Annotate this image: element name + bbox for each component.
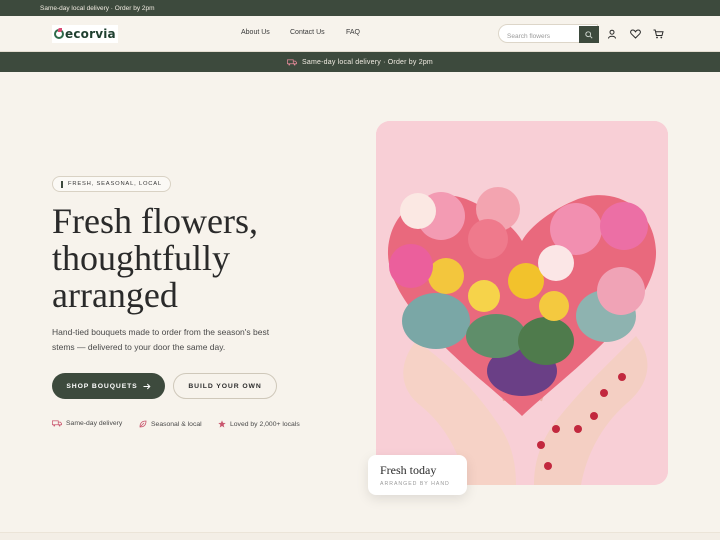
delivery-truck-icon [52,420,62,427]
feature-same-day: Same-day delivery [52,420,122,427]
hero-headline: Fresh flowers, thoughtfully arranged [52,203,352,314]
announcement-text: Same-day local delivery · Order by 2pm [40,4,155,12]
promo-text: Same-day local delivery · Order by 2pm [302,58,433,66]
build-your-own-label: BUILD YOUR OWN [188,382,262,390]
hero-subtext: Hand-tied bouquets made to order from th… [52,327,270,352]
search-button[interactable] [579,26,599,43]
arrow-right-icon [143,383,151,389]
flower-heart-illustration [376,121,668,485]
search-icon [585,30,593,39]
tagline-pill: FRESH, SEASONAL, LOCAL [52,176,171,192]
feature-label: Seasonal & local [151,420,202,428]
nav-link-faq[interactable]: FAQ [346,29,360,36]
search-input[interactable] [499,28,579,42]
section-divider [0,532,720,540]
fresh-today-card: Fresh today ARRANGED BY HAND [368,455,467,495]
feature-loved: Loved by 2,000+ locals [218,420,300,428]
announcement-bar: Same-day local delivery · Order by 2pm [0,0,720,16]
promo-banner: Same-day local delivery · Order by 2pm [0,52,720,72]
card-subtitle: ARRANGED BY HAND [380,481,450,487]
star-icon [218,420,226,428]
account-icon[interactable] [606,28,618,40]
delivery-truck-icon [287,58,297,65]
shop-bouquets-button[interactable]: SHOP BOUQUETS [52,373,165,399]
feature-label: Loved by 2,000+ locals [230,420,300,428]
build-your-own-button[interactable]: BUILD YOUR OWN [173,373,277,399]
cart-icon[interactable] [652,28,664,40]
feature-seasonal: Seasonal & local [139,420,202,428]
card-title: Fresh today [380,463,437,477]
feature-label: Same-day delivery [66,420,123,427]
nav-link-contact[interactable]: Contact Us [290,29,325,36]
headline-line-2: thoughtfully [52,238,230,278]
headline-line-3: arranged [52,275,178,315]
nav-link-about[interactable]: About Us [241,29,270,36]
shop-bouquets-label: SHOP BOUQUETS [66,382,138,390]
leaf-icon [139,420,147,428]
hero-image-flower-heart [376,121,668,485]
pill-marker-icon [61,180,63,188]
headline-line-1: Fresh flowers, [52,201,258,241]
pill-text: FRESH, SEASONAL, LOCAL [68,181,162,187]
wishlist-heart-icon[interactable] [629,28,641,40]
